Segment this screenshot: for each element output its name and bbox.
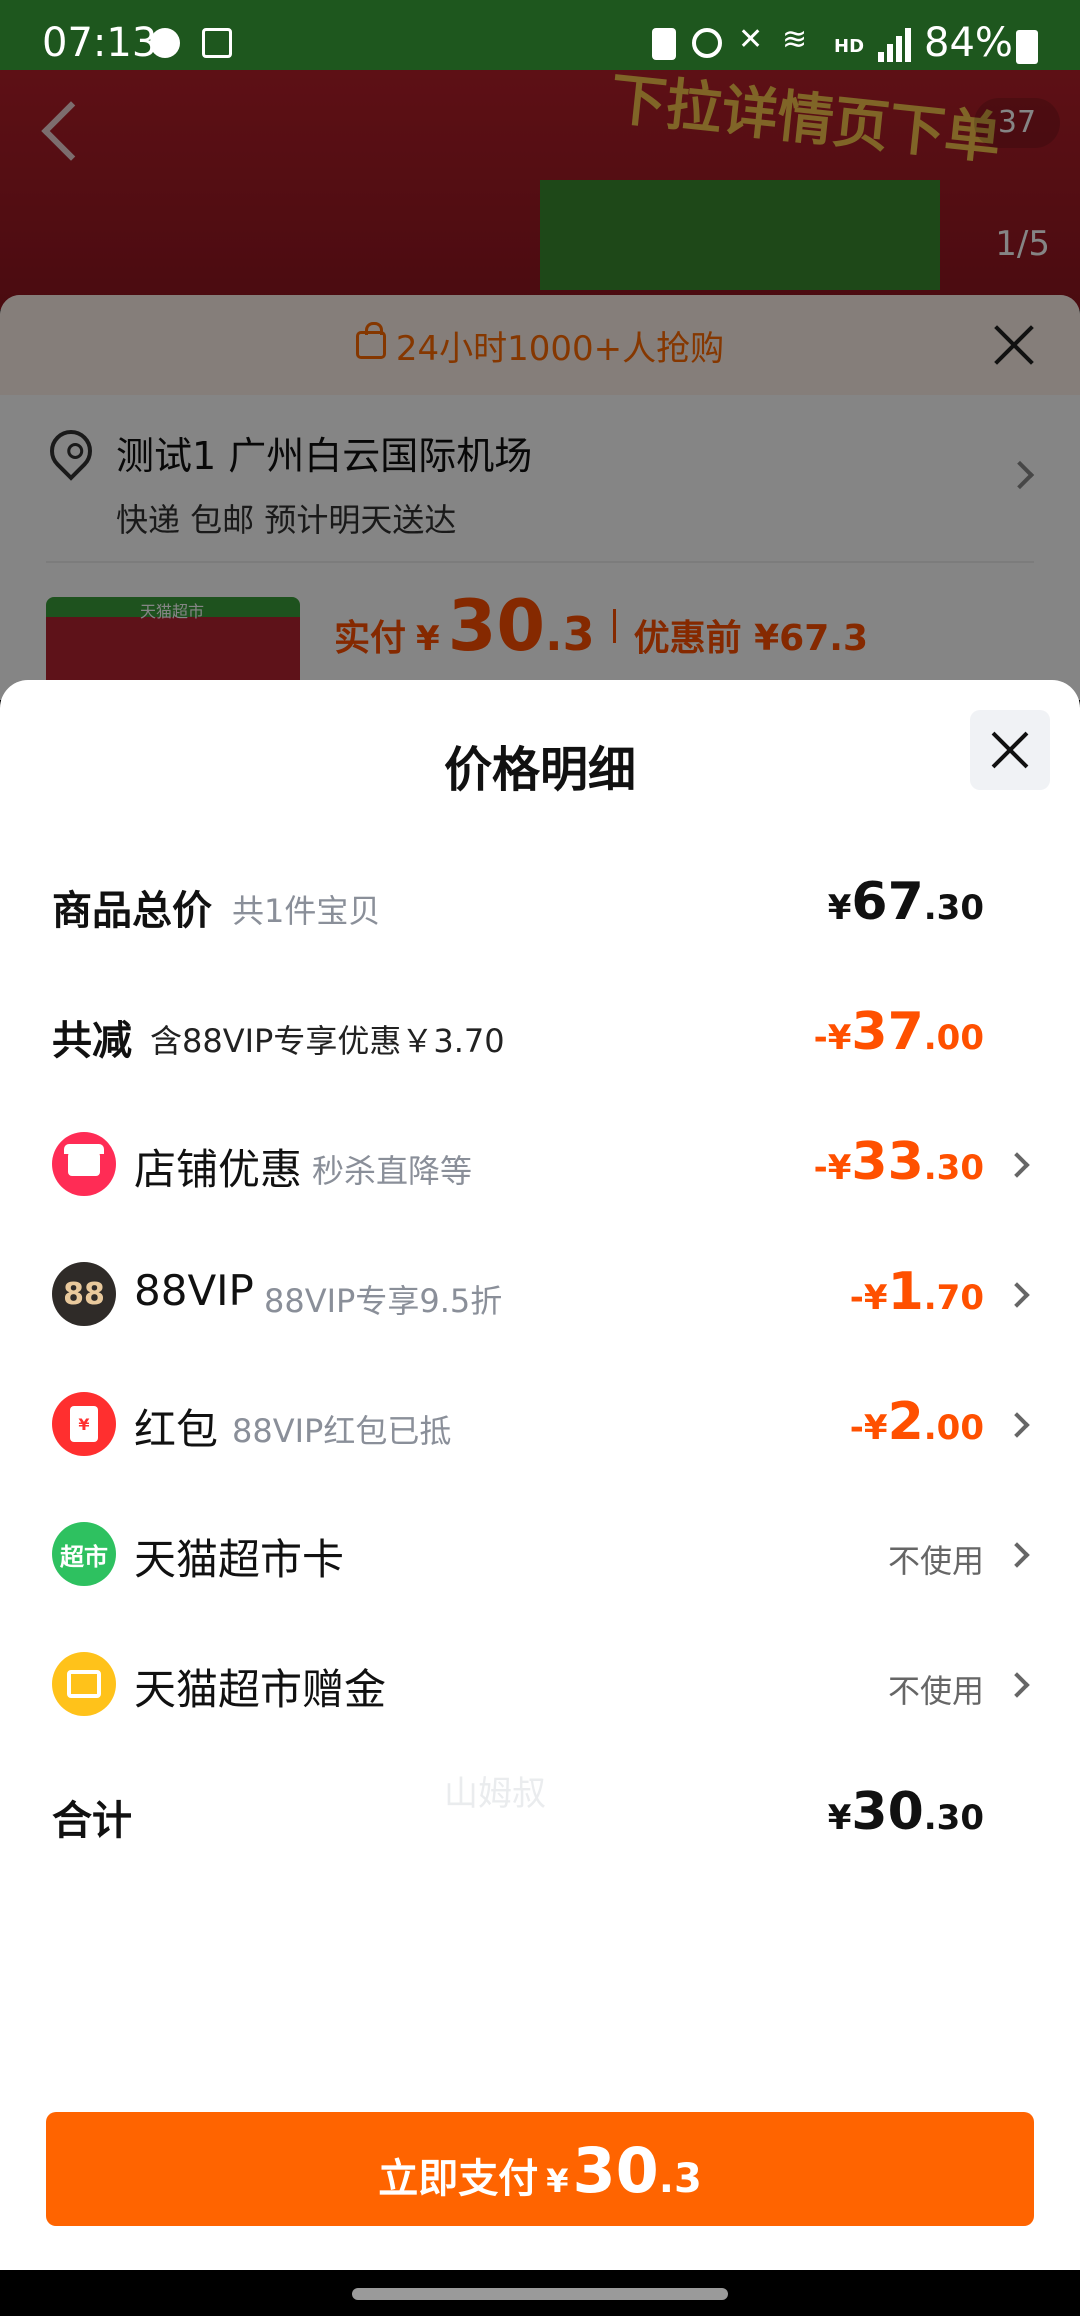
currency-symbol: ¥ [827, 888, 852, 928]
pay-now-label: 立即支付 [378, 2156, 539, 2202]
discount-note: 含88VIP专享优惠￥3.70 [150, 1022, 505, 1060]
amount-integer: 1 [887, 1262, 924, 1322]
chevron-right-icon[interactable] [1004, 1672, 1030, 1698]
vip-note: 88VIP专享9.5折 [264, 1282, 503, 1320]
pay-now-button[interactable]: 立即支付 ¥ 30 .3 [46, 2112, 1034, 2226]
chevron-right-icon[interactable] [1004, 1542, 1030, 1568]
total-discount-amount: -¥ 37 .00 [814, 1002, 984, 1062]
currency-symbol: -¥ [849, 1408, 888, 1448]
red-packet-note: 88VIP红包已抵 [232, 1412, 452, 1450]
red-packet-label: 红包 [134, 1405, 219, 1454]
chevron-right-icon[interactable] [1004, 1282, 1030, 1308]
modal-overlay[interactable] [0, 0, 1080, 700]
subtotal-amount: ¥ 67 .30 [828, 872, 984, 932]
hd-indicator: HD [834, 36, 865, 57]
supermarket-card-label: 天猫超市卡 [134, 1535, 345, 1584]
mute-icon: ✕ [738, 22, 764, 57]
total-amount: ¥ 30 .30 [828, 1782, 984, 1842]
battery-percent: 84% [924, 20, 1013, 66]
store-discount-amount: -¥ 33 .30 [814, 1132, 984, 1192]
red-packet-row[interactable]: ¥ 红包 88VIP红包已抵 -¥ 2 .00 [0, 1384, 1080, 1464]
price-detail-sheet: 价格明细 商品总价 共1件宝贝 ¥ 67 .30 共减 含88VIP专享优惠￥3… [0, 680, 1080, 2270]
total-discount-row: 共减 含88VIP专享优惠￥3.70 -¥ 37 .00 [0, 994, 1080, 1074]
amount-integer: 30 [851, 1782, 924, 1842]
store-icon [52, 1132, 116, 1196]
currency-symbol: ¥ [546, 2162, 569, 2200]
supermarket-gift-row[interactable]: 天猫超市赠金 不使用 [0, 1644, 1080, 1724]
currency-symbol: -¥ [849, 1278, 888, 1318]
store-discount-row[interactable]: 店铺优惠 秒杀直降等 -¥ 33 .30 [0, 1124, 1080, 1204]
red-packet-icon: ¥ [52, 1392, 116, 1456]
battery-saver-icon [652, 28, 676, 60]
supermarket-card-status: 不使用 [887, 1542, 984, 1580]
total-row: 合计 ¥ 30 .30 [0, 1774, 1080, 1854]
system-nav-bar [0, 2270, 1080, 2316]
wifi-icon: ≋ [782, 22, 808, 57]
total-label: 合计 [52, 1798, 132, 1844]
currency-symbol: -¥ [813, 1148, 852, 1188]
red-packet-amount: -¥ 2 .00 [850, 1392, 984, 1452]
chevron-right-icon[interactable] [1004, 1412, 1030, 1438]
pay-amount-decimal: .3 [658, 2156, 702, 2202]
amount-decimal: .00 [923, 1408, 984, 1448]
close-button[interactable] [970, 710, 1050, 790]
amount-decimal: .70 [923, 1278, 984, 1318]
amount-decimal: .30 [923, 1798, 984, 1838]
item-count: 共1件宝贝 [232, 892, 381, 930]
currency-symbol: -¥ [813, 1018, 852, 1058]
subtotal-row: 商品总价 共1件宝贝 ¥ 67 .30 [0, 864, 1080, 944]
amount-integer: 33 [851, 1132, 924, 1192]
amount-decimal: .00 [923, 1018, 984, 1058]
amount-integer: 37 [851, 1002, 924, 1062]
vip-label: 88VIP [134, 1266, 254, 1315]
vip-88-icon: 88 [52, 1262, 116, 1326]
amount-integer: 2 [887, 1392, 924, 1452]
status-bar: 07:13 ✕ ≋ HD 84% [0, 0, 1080, 74]
store-discount-note: 秒杀直降等 [312, 1152, 473, 1190]
clock: 07:13 [42, 20, 158, 66]
gift-card-icon [52, 1652, 116, 1716]
chevron-right-icon[interactable] [1004, 1152, 1030, 1178]
gallery-icon [202, 28, 232, 58]
subtotal-label: 商品总价 [52, 888, 212, 934]
supermarket-card-row[interactable]: 超市 天猫超市卡 不使用 [0, 1514, 1080, 1594]
currency-symbol: ¥ [827, 1798, 852, 1838]
signal-icon [878, 28, 911, 62]
store-discount-label: 店铺优惠 [134, 1145, 303, 1194]
pay-amount-integer: 30 [572, 2134, 659, 2207]
amount-decimal: .30 [923, 888, 984, 928]
vip-discount-amount: -¥ 1 .70 [850, 1262, 984, 1322]
sheet-title: 价格明细 [443, 742, 636, 798]
supermarket-gift-status: 不使用 [887, 1672, 984, 1710]
total-discount-label: 共减 [52, 1018, 132, 1064]
alarm-icon [692, 28, 722, 58]
amount-decimal: .30 [923, 1148, 984, 1188]
supermarket-gift-label: 天猫超市赠金 [134, 1665, 387, 1714]
supermarket-card-icon: 超市 [52, 1522, 116, 1586]
vip-discount-row[interactable]: 88 88VIP 88VIP专享9.5折 -¥ 1 .70 [0, 1254, 1080, 1334]
wechat-icon [150, 28, 180, 58]
gesture-handle[interactable] [352, 2288, 728, 2300]
battery-icon [1016, 30, 1038, 64]
amount-integer: 67 [851, 872, 924, 932]
